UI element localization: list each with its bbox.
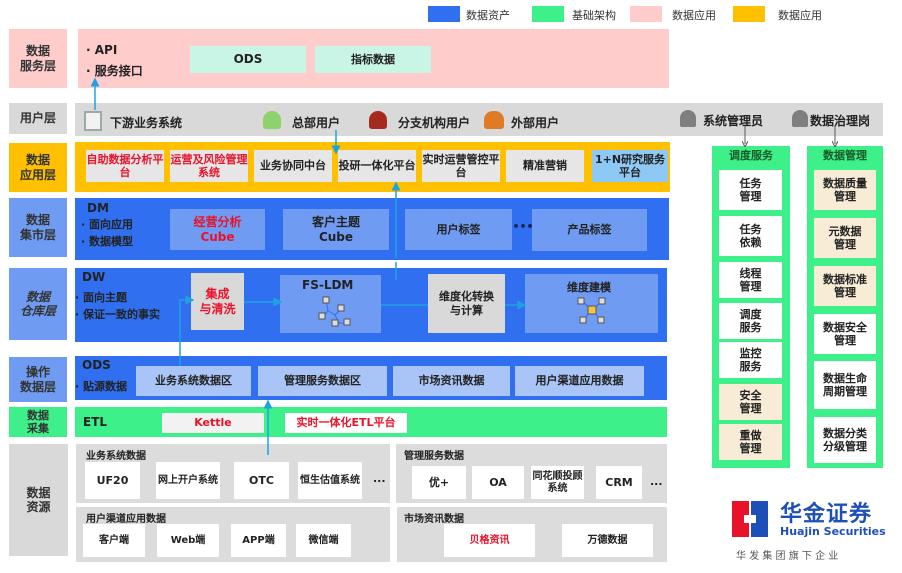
arrow-ods-to-clean <box>179 295 195 366</box>
flow-arrows <box>90 77 902 455</box>
